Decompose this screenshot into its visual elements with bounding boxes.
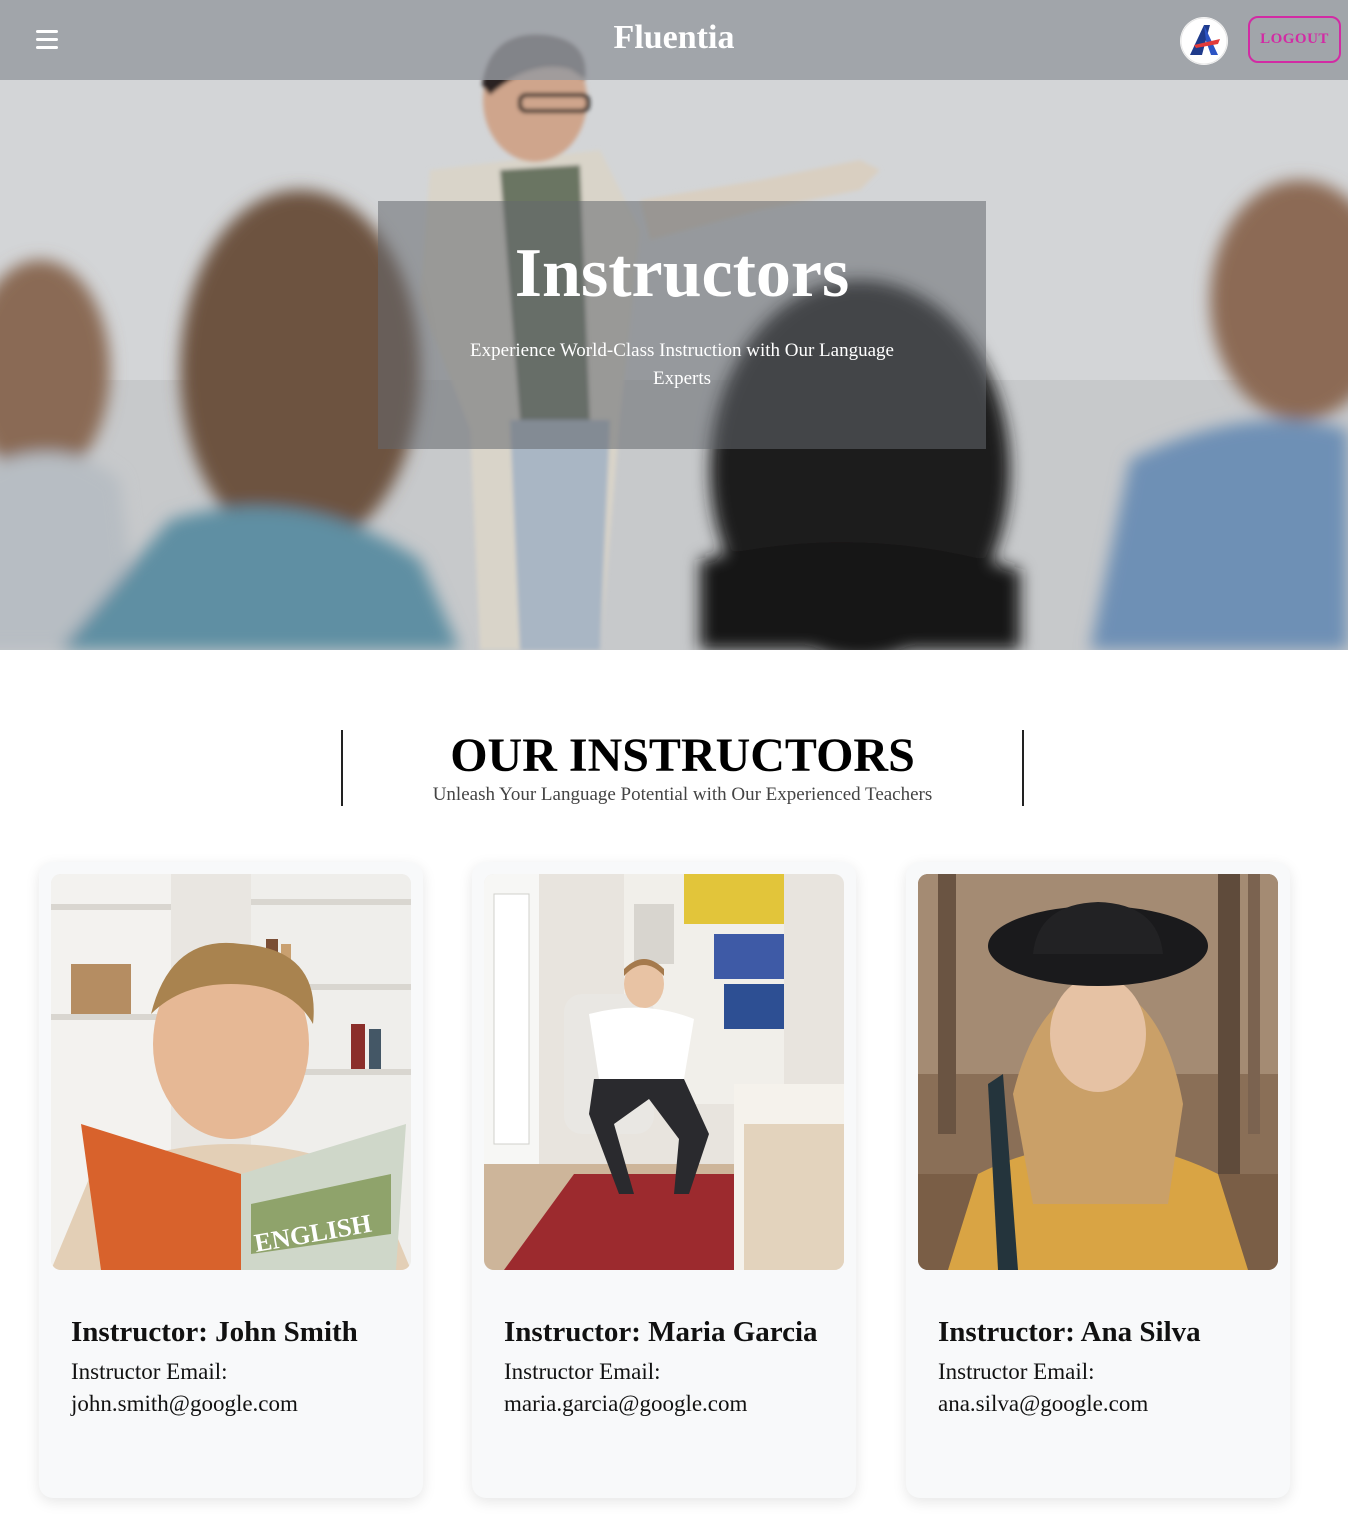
instructor-photo xyxy=(484,874,844,1270)
instructor-email-label: Instructor Email: xyxy=(938,1359,1095,1384)
instructor-email[interactable]: john.smith@google.com xyxy=(71,1388,401,1420)
section-title: OUR INSTRUCTORS xyxy=(450,729,915,782)
instructor-email[interactable]: maria.garcia@google.com xyxy=(504,1388,834,1420)
logout-button[interactable]: LOGOUT xyxy=(1248,16,1341,63)
instructor-card[interactable]: Instructor: Ana Silva Instructor Email: … xyxy=(906,862,1290,1498)
instructor-card[interactable]: Instructor: Maria Garcia Instructor Emai… xyxy=(472,862,856,1498)
instructor-email[interactable]: ana.silva@google.com xyxy=(938,1388,1268,1420)
top-navbar: Fluentia LOGOUT xyxy=(0,0,1348,80)
app-logo-icon[interactable] xyxy=(1180,17,1228,65)
hero-banner: Fluentia LOGOUT Instructors Experience W… xyxy=(0,0,1348,650)
instructor-email-label: Instructor Email: xyxy=(504,1359,661,1384)
instructor-email-label: Instructor Email: xyxy=(71,1359,228,1384)
instructor-photo xyxy=(918,874,1278,1270)
instructor-photo: ENGLISH xyxy=(51,874,411,1270)
instructor-name: Instructor: Ana Silva xyxy=(938,1316,1201,1348)
instructor-name: Instructor: Maria Garcia xyxy=(504,1316,818,1348)
brand-title: Fluentia xyxy=(613,19,735,56)
section-heading: OUR INSTRUCTORS Unleash Your Language Po… xyxy=(341,730,1024,806)
hamburger-icon[interactable] xyxy=(36,30,58,50)
section-subtitle: Unleash Your Language Potential with Our… xyxy=(432,784,933,805)
instructor-name: Instructor: John Smith xyxy=(71,1316,358,1348)
hero-title: Instructors xyxy=(514,235,850,312)
instructor-card[interactable]: ENGLISH Instructor: John Smith Instructo… xyxy=(39,862,423,1498)
hero-caption-box: Instructors Experience World-Class Instr… xyxy=(378,201,986,449)
hero-subtitle: Experience World-Class Instruction with … xyxy=(470,340,894,389)
